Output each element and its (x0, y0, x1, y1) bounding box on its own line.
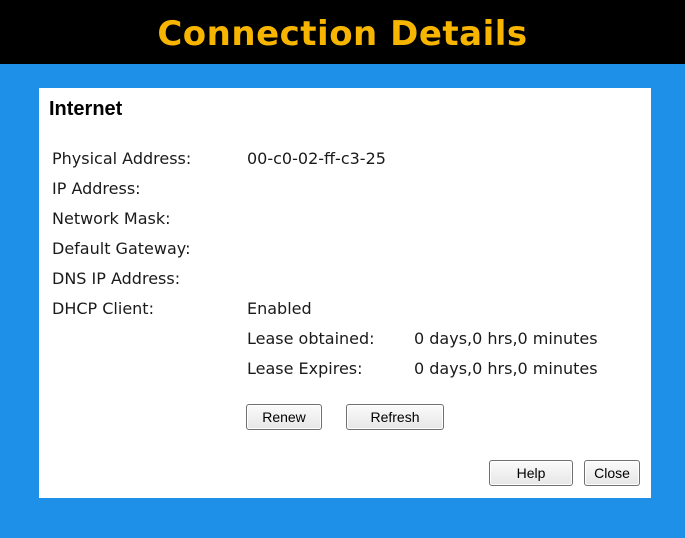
section-title: Internet (49, 98, 123, 120)
window-frame: Connection Details Internet Physical Add… (0, 0, 685, 538)
lease-expires-label: Lease Expires: (247, 359, 363, 378)
ip-address-label: IP Address: (52, 179, 141, 198)
renew-button[interactable]: Renew (246, 404, 322, 430)
lease-obtained-label: Lease obtained: (247, 329, 375, 348)
dhcp-client-value: Enabled (247, 299, 312, 318)
network-mask-label: Network Mask: (52, 209, 171, 228)
lease-obtained-value: 0 days,0 hrs,0 minutes (414, 329, 598, 348)
dns-ip-address-label: DNS IP Address: (52, 269, 181, 288)
physical-address-value: 00-c0-02-ff-c3-25 (247, 149, 386, 168)
dhcp-client-label: DHCP Client: (52, 299, 154, 318)
refresh-button[interactable]: Refresh (346, 404, 444, 430)
lease-expires-value: 0 days,0 hrs,0 minutes (414, 359, 598, 378)
title-bar: Connection Details (0, 0, 685, 64)
close-button[interactable]: Close (584, 460, 640, 486)
help-button[interactable]: Help (489, 460, 573, 486)
default-gateway-label: Default Gateway: (52, 239, 191, 258)
details-panel: Internet Physical Address: 00-c0-02-ff-c… (39, 88, 651, 498)
physical-address-label: Physical Address: (52, 149, 192, 168)
page-title: Connection Details (157, 14, 528, 54)
